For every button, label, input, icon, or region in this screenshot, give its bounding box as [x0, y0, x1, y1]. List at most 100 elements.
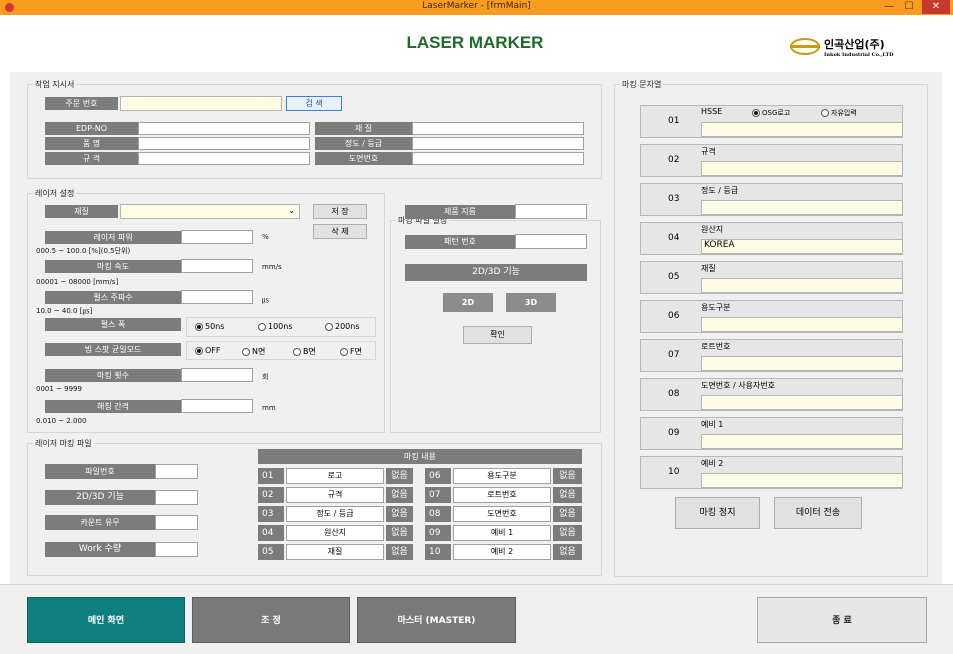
3d-button[interactable]: 3D	[506, 293, 556, 312]
drawing-no-label: 도면번호	[315, 152, 412, 165]
mc-status: 없음	[553, 544, 582, 560]
laser-power-unit: %	[262, 233, 269, 241]
ms-row: 02 규격	[640, 144, 903, 177]
marking-speed-range: 00001 ~ 08000 [mm/s]	[36, 278, 119, 286]
laser-power-label: 레이저 파워	[45, 231, 181, 244]
order-no-input[interactable]	[120, 96, 282, 111]
laser-file-title: 레이저 마킹 파일	[33, 438, 94, 449]
ms-row-input[interactable]	[701, 473, 903, 488]
material-input[interactable]	[412, 122, 584, 135]
pulse-width-50-radio[interactable]: 50ns	[195, 322, 224, 331]
mc-num: 03	[258, 506, 284, 522]
ms-row-num: 10	[668, 467, 680, 477]
beam-off-radio[interactable]: OFF	[195, 346, 221, 355]
product-diameter-input[interactable]	[515, 204, 587, 219]
ms-row-input[interactable]	[701, 434, 903, 449]
mc-num: 08	[425, 506, 451, 522]
delete-button[interactable]: 삭 제	[313, 224, 367, 239]
edp-label: EDP-NO	[45, 122, 138, 135]
ms-row: 05 재질	[640, 261, 903, 294]
ms-row-input[interactable]	[701, 200, 903, 215]
laser-settings-title: 레이저 설정	[33, 188, 77, 199]
laser-power-input[interactable]	[181, 230, 253, 244]
exit-button[interactable]: 종 료	[757, 597, 927, 643]
ms-row-num: 03	[668, 194, 680, 204]
company-subname: Inkok Industrial Co.,LTD	[824, 52, 894, 58]
laser-material-label: 재질	[45, 205, 118, 218]
func-label: 2D/3D 기능	[45, 490, 155, 505]
func-2d3d-label: 2D/3D 기능	[405, 264, 587, 281]
mc-name: 재질	[286, 544, 384, 560]
mc-num: 04	[258, 525, 284, 541]
ms-row-input[interactable]: KOREA	[701, 239, 903, 254]
pattern-no-input[interactable]	[515, 234, 587, 249]
pulse-width-200-radio[interactable]: 200ns	[325, 322, 360, 331]
adjust-button[interactable]: 조 정	[192, 597, 350, 643]
marking-speed-input[interactable]	[181, 259, 253, 273]
count-use-input[interactable]	[155, 515, 198, 530]
mc-num: 06	[425, 468, 451, 484]
precision-label: 정도 / 등급	[315, 137, 412, 150]
send-data-button[interactable]: 데이터 전송	[774, 497, 862, 529]
ms-row-input[interactable]	[701, 395, 903, 410]
mc-status: 없음	[386, 544, 413, 560]
edp-input[interactable]	[138, 122, 310, 135]
search-button[interactable]: 검 색	[286, 96, 342, 111]
ms-row: 04 원산지 KOREA	[640, 222, 903, 255]
confirm-button[interactable]: 확인	[463, 326, 532, 344]
mc-status: 없음	[386, 506, 413, 522]
pulse-freq-input[interactable]	[181, 290, 253, 304]
mc-status: 없음	[386, 525, 413, 541]
laser-material-select[interactable]: ⌄	[120, 204, 300, 219]
mc-name: 로고	[286, 468, 384, 484]
osg-logo-radio[interactable]: OSG로고	[752, 108, 790, 118]
ms-row: 10 예비 2	[640, 456, 903, 489]
free-input-radio[interactable]: 자유입력	[821, 108, 857, 118]
product-name-input[interactable]	[138, 137, 310, 150]
mc-name: 정도 / 등급	[286, 506, 384, 522]
beam-b-radio[interactable]: B면	[293, 346, 316, 357]
spec-label: 규 격	[45, 152, 138, 165]
hatch-interval-label: 해칭 간격	[45, 400, 181, 413]
beam-n-radio[interactable]: N면	[242, 346, 265, 357]
ms-row-label: 정도 / 등급	[701, 186, 739, 195]
beam-f-radio[interactable]: F면	[340, 346, 362, 357]
pulse-width-label: 펄스 폭	[45, 318, 181, 331]
pulse-width-100-radio[interactable]: 100ns	[258, 322, 293, 331]
ms-row-num: 01	[668, 116, 680, 126]
count-use-label: 카운트 유무	[45, 515, 155, 530]
hatch-interval-input[interactable]	[181, 399, 253, 413]
master-button[interactable]: 마스터 (MASTER)	[357, 597, 516, 643]
work-qty-input[interactable]	[155, 542, 198, 557]
pulse-freq-range: 10.0 ~ 40.0 [㎲]	[36, 307, 93, 315]
drawing-no-input[interactable]	[412, 152, 584, 165]
ms-row: 07 로트번호	[640, 339, 903, 372]
ms-row-input[interactable]	[701, 278, 903, 293]
title-bar: LaserMarker - [frmMain] — ☐ ✕	[0, 0, 953, 15]
maximize-button[interactable]: ☐	[900, 0, 918, 15]
ms-row-input[interactable]	[701, 161, 903, 176]
close-button[interactable]: ✕	[922, 0, 950, 14]
ms-row-num: 04	[668, 233, 680, 243]
main-screen-button[interactable]: 메인 화면	[27, 597, 185, 643]
mc-num: 05	[258, 544, 284, 560]
ms-row-label: 원산지	[701, 225, 724, 234]
minimize-button[interactable]: —	[880, 0, 898, 15]
order-no-label: 주문 번호	[45, 97, 118, 110]
precision-input[interactable]	[412, 137, 584, 150]
file-no-input[interactable]	[155, 464, 198, 479]
save-button[interactable]: 저 장	[313, 204, 367, 219]
marking-strings-list: 01 HSSE OSG로고 자유입력 02 규격 03 정도 / 등급 04 원…	[640, 105, 903, 489]
2d-button[interactable]: 2D	[443, 293, 493, 312]
product-name-label: 품 명	[45, 137, 138, 150]
ms-row-input[interactable]	[701, 317, 903, 332]
stop-marking-button[interactable]: 마킹 정지	[675, 497, 760, 529]
spec-input[interactable]	[138, 152, 310, 165]
func-input[interactable]	[155, 490, 198, 505]
ms-row-input[interactable]	[701, 356, 903, 371]
ms-row-num: 07	[668, 350, 680, 360]
ms-row-num: 08	[668, 389, 680, 399]
material-label: 재 질	[315, 122, 412, 135]
ms-row-input[interactable]	[701, 122, 903, 137]
marking-count-input[interactable]	[181, 368, 253, 382]
